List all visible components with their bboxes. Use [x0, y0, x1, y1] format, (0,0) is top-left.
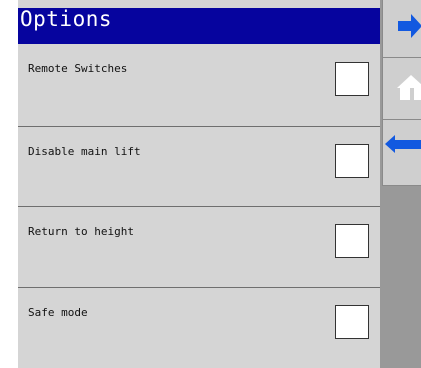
arrow-right-icon — [398, 14, 421, 38]
return-to-height-checkbox[interactable] — [335, 224, 369, 258]
home-icon — [397, 75, 421, 100]
options-panel: Options Remote Switches Disable main lif… — [18, 0, 380, 368]
safe-mode-checkbox[interactable] — [335, 305, 369, 339]
option-row-return-to-height: Return to height — [18, 207, 380, 288]
title-bar: Options — [18, 7, 380, 44]
disable-main-lift-checkbox[interactable] — [335, 144, 369, 178]
next-button[interactable] — [382, 0, 421, 58]
back-button[interactable] — [382, 120, 421, 186]
option-row-safe-mode: Safe mode — [18, 288, 380, 368]
home-button[interactable] — [382, 58, 421, 120]
option-label: Disable main lift — [28, 145, 141, 158]
sidebar — [380, 0, 421, 368]
page-title: Options — [20, 7, 113, 31]
option-label: Return to height — [28, 225, 134, 238]
option-row-disable-main-lift: Disable main lift — [18, 127, 380, 207]
option-label: Safe mode — [28, 306, 88, 319]
option-label: Remote Switches — [28, 62, 128, 75]
arrow-left-icon — [385, 135, 421, 153]
remote-switches-checkbox[interactable] — [335, 62, 369, 96]
option-row-remote-switches: Remote Switches — [18, 44, 380, 127]
